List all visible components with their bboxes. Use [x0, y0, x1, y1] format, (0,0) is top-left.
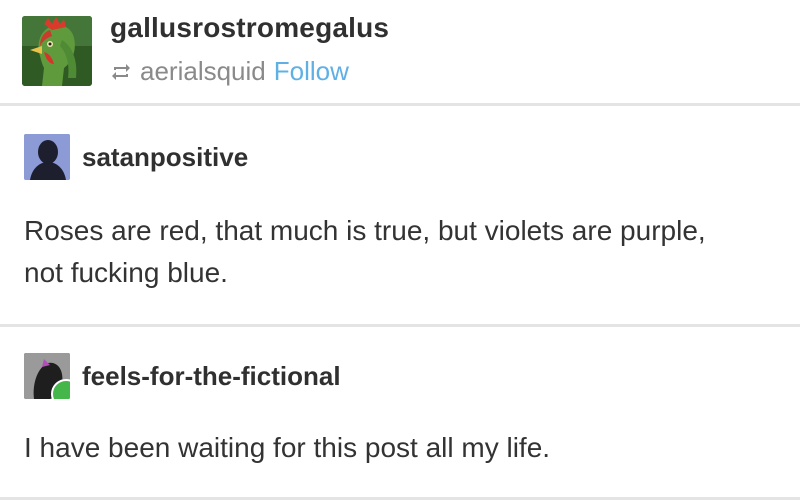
follow-link[interactable]: Follow — [274, 56, 349, 87]
post-username[interactable]: satanpositive — [82, 142, 248, 173]
post-user: feels-for-the-fictional — [24, 353, 341, 399]
reblog-icon — [112, 63, 130, 80]
divider — [0, 497, 800, 500]
post-text: I have been waiting for this post all my… — [24, 432, 551, 463]
character-avatar[interactable] — [24, 353, 70, 399]
blog-name[interactable]: gallusrostromegalus — [110, 12, 389, 44]
post-user: satanpositive — [24, 134, 248, 180]
reblog-post: feels-for-the-fictional I have been wait… — [0, 327, 800, 497]
post-text: Roses are red, that much is true, but vi… — [24, 215, 706, 288]
post-header: gallusrostromegalus aerialsquid Follow — [0, 0, 800, 103]
rooster-avatar[interactable] — [22, 16, 92, 86]
reblog-source-username[interactable]: aerialsquid — [140, 56, 266, 87]
post-username[interactable]: feels-for-the-fictional — [82, 361, 341, 392]
reblog-post: satanpositive Roses are red, that much i… — [0, 106, 800, 324]
reblog-line: aerialsquid Follow — [110, 56, 349, 87]
silhouette-avatar[interactable] — [24, 134, 70, 180]
